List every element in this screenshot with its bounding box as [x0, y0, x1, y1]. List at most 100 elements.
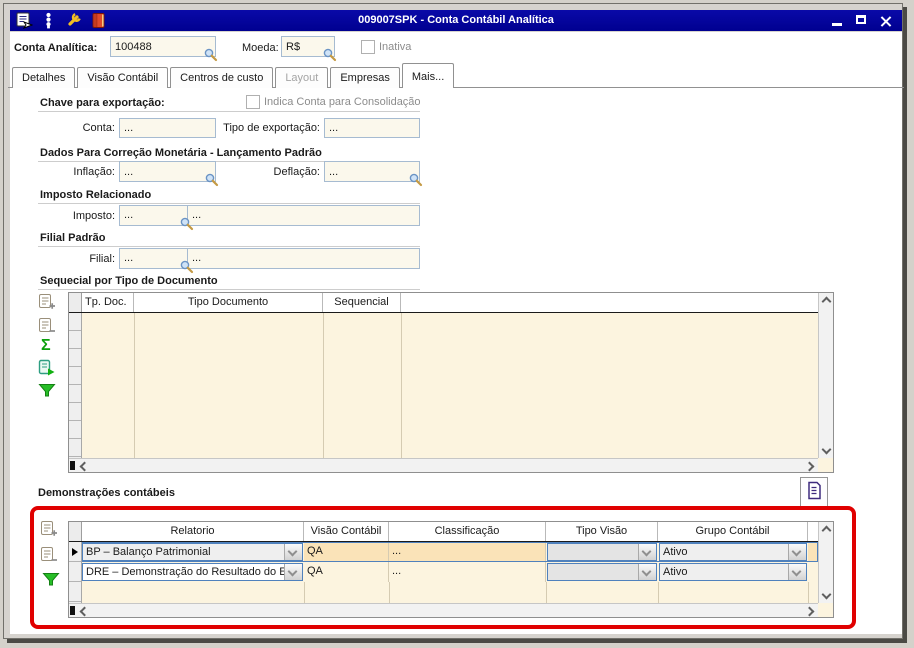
- column-header-classificacao[interactable]: Classificação: [389, 522, 546, 541]
- tab-visao-contabil[interactable]: Visão Contábil: [77, 67, 169, 88]
- conta-label: Conta:: [82, 122, 115, 134]
- search-magnifier-icon[interactable]: [409, 173, 423, 187]
- column-header-tipo-documento[interactable]: Tipo Documento: [134, 293, 323, 312]
- combobox-value: DRE – Demonstração do Resultado do Ex: [86, 566, 293, 578]
- scroll-left-icon[interactable]: [79, 606, 90, 617]
- vertical-scrollbar[interactable]: [818, 293, 833, 458]
- remove-row-icon[interactable]: [38, 317, 56, 335]
- inativa-checkbox[interactable]: [361, 40, 375, 54]
- scroll-up-icon[interactable]: [821, 296, 832, 307]
- vertical-scrollbar[interactable]: [818, 522, 833, 603]
- minimize-button[interactable]: [830, 15, 846, 27]
- cell-filler: [808, 562, 818, 582]
- scroll-right-icon[interactable]: [804, 461, 815, 472]
- column-header-sequencial[interactable]: Sequencial: [323, 293, 401, 312]
- scroll-right-icon[interactable]: [804, 606, 815, 617]
- dropdown-button[interactable]: [638, 564, 656, 580]
- tab-empresas[interactable]: Empresas: [330, 67, 400, 88]
- filter-icon[interactable]: [38, 383, 56, 401]
- grid-column-line: [401, 313, 402, 458]
- maximize-button[interactable]: [854, 15, 870, 27]
- scroll-left-icon[interactable]: [79, 461, 90, 472]
- grid-column-line: [546, 582, 547, 603]
- tab-centros-de-custo[interactable]: Centros de custo: [170, 67, 274, 88]
- search-magnifier-icon[interactable]: [180, 260, 194, 274]
- scrollbar-thumb[interactable]: [70, 461, 75, 470]
- grupo-contabil-combobox[interactable]: Ativo: [659, 543, 807, 561]
- column-header-relatorio[interactable]: Relatorio: [82, 522, 304, 541]
- select-all-cell[interactable]: [69, 293, 82, 312]
- chevron-down-icon: [791, 566, 802, 577]
- section-title-correcao: Dados Para Correção Monetária - Lançamen…: [40, 147, 322, 159]
- inflacao-label: Inflação:: [73, 166, 115, 178]
- tipo-visao-combobox[interactable]: [547, 543, 657, 561]
- tab-mais[interactable]: Mais...: [401, 63, 455, 88]
- chevron-down-icon: [641, 566, 652, 577]
- search-magnifier-icon[interactable]: [205, 173, 219, 187]
- deflacao-input[interactable]: [324, 161, 420, 182]
- tab-detalhes[interactable]: Detalhes: [12, 67, 76, 88]
- horizontal-scrollbar[interactable]: [69, 603, 818, 617]
- filter-icon[interactable]: [42, 572, 60, 590]
- filial-label: Filial:: [89, 253, 115, 265]
- chevron-down-icon: [641, 546, 652, 557]
- select-all-cell[interactable]: [69, 522, 82, 541]
- tab-layout: Layout: [275, 67, 329, 88]
- row-selector-column[interactable]: [69, 313, 82, 458]
- dropdown-button[interactable]: [788, 564, 806, 580]
- chevron-down-icon: [287, 546, 298, 557]
- cell-classificacao[interactable]: ...: [389, 562, 546, 582]
- section-divider: [38, 289, 420, 290]
- tabstrip: Detalhes Visão Contábil Centros de custo…: [12, 63, 456, 88]
- horizontal-scrollbar[interactable]: [69, 458, 818, 472]
- combobox-value: Ativo: [663, 566, 688, 578]
- cell-classificacao[interactable]: ...: [389, 542, 546, 562]
- grid-column-line: [808, 582, 809, 603]
- deflacao-label: Deflação:: [273, 166, 320, 178]
- sum-icon[interactable]: Σ: [41, 338, 51, 354]
- consolidacao-checkbox[interactable]: [246, 95, 260, 109]
- conta-input[interactable]: [119, 118, 216, 138]
- inflacao-input[interactable]: [119, 161, 216, 182]
- scroll-down-icon[interactable]: [821, 444, 832, 455]
- search-magnifier-icon[interactable]: [323, 48, 337, 62]
- grupo-contabil-combobox[interactable]: Ativo: [659, 563, 807, 581]
- demonstracoes-grid: Relatorio Visão Contábil Classificação T…: [68, 521, 834, 618]
- search-magnifier-icon[interactable]: [180, 217, 194, 231]
- add-row-icon[interactable]: [40, 520, 58, 538]
- remove-row-icon[interactable]: [40, 546, 58, 564]
- relatorio-combobox[interactable]: BP – Balanço Patrimonial: [82, 543, 303, 561]
- add-row-icon[interactable]: [38, 293, 56, 311]
- dropdown-button[interactable]: [788, 544, 806, 560]
- conta-analitica-input[interactable]: [110, 36, 216, 57]
- column-header-tp-doc[interactable]: Tp. Doc.: [82, 293, 134, 312]
- scroll-up-icon[interactable]: [821, 525, 832, 536]
- section-title-sequencial: Sequecial por Tipo de Documento: [40, 275, 218, 287]
- column-header-visao-contabil[interactable]: Visão Contábil: [304, 522, 389, 541]
- dropdown-button[interactable]: [284, 544, 302, 560]
- column-header-grupo-contabil[interactable]: Grupo Contábil: [658, 522, 808, 541]
- section-divider: [38, 203, 420, 204]
- tipo-visao-combobox[interactable]: [547, 563, 657, 581]
- cell-visao[interactable]: QA: [304, 542, 389, 562]
- scrollbar-thumb[interactable]: [70, 606, 75, 615]
- section-title-chave: Chave para exportação:: [40, 97, 165, 109]
- section-divider: [38, 246, 420, 247]
- scroll-down-icon[interactable]: [821, 589, 832, 600]
- imposto-code: ...: [124, 209, 134, 221]
- relatorio-combobox[interactable]: DRE – Demonstração do Resultado do Ex: [82, 563, 303, 581]
- search-magnifier-icon[interactable]: [204, 48, 218, 62]
- close-button[interactable]: [878, 15, 894, 27]
- report-button[interactable]: [800, 477, 828, 507]
- column-header-tipo-visao[interactable]: Tipo Visão: [546, 522, 658, 541]
- filial-input[interactable]: ... ...: [119, 248, 420, 269]
- dropdown-button[interactable]: [284, 564, 302, 580]
- export-icon[interactable]: [38, 359, 56, 377]
- tipo-exportacao-input[interactable]: [324, 118, 420, 138]
- dropdown-button[interactable]: [638, 544, 656, 560]
- grid-header: Relatorio Visão Contábil Classificação T…: [69, 522, 818, 542]
- cell-visao[interactable]: QA: [304, 562, 389, 582]
- imposto-input[interactable]: ... ...: [119, 205, 420, 226]
- section-title-demonstracoes: Demonstrações contábeis: [38, 487, 175, 499]
- titlebar[interactable]: 009007SPK - Conta Contábil Analítica: [10, 10, 902, 31]
